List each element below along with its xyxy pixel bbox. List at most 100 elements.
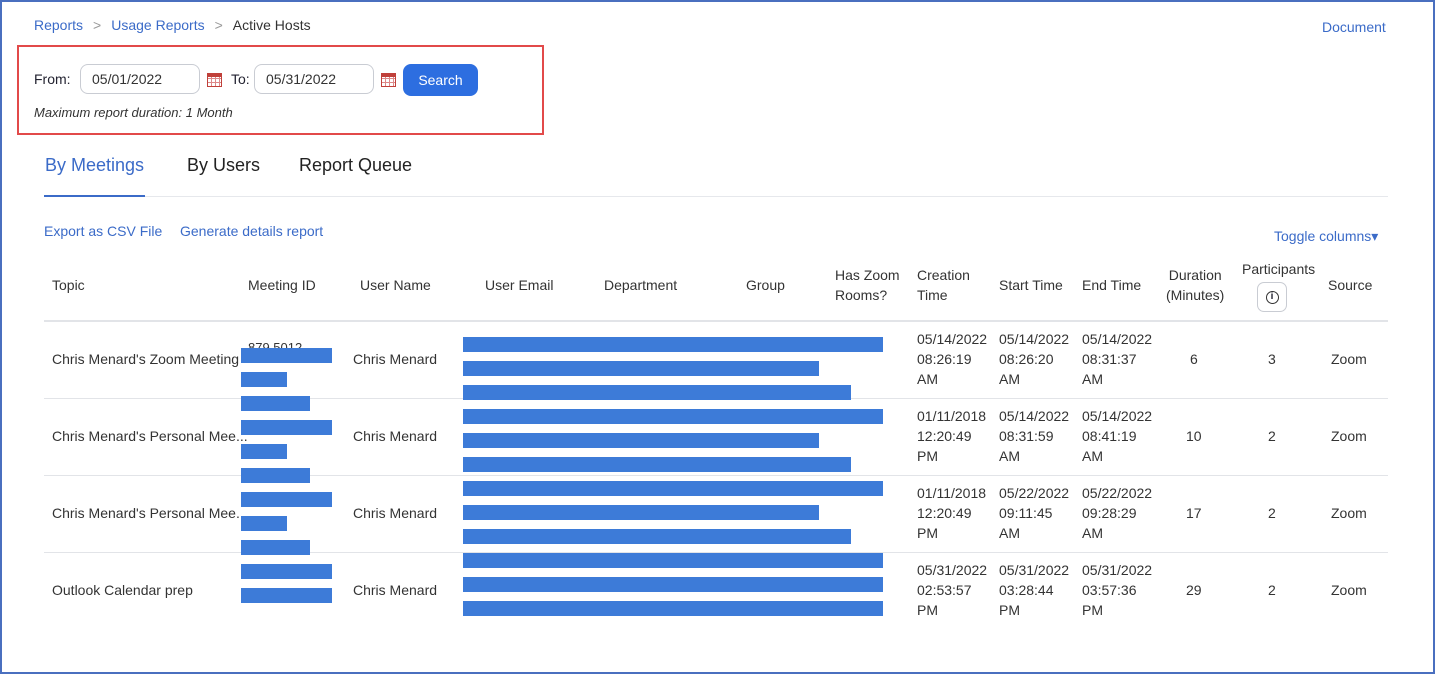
from-date-input[interactable] [80, 64, 200, 94]
calendar-icon[interactable] [207, 73, 222, 87]
cell-user-name: Chris Menard [353, 505, 438, 521]
datetime-line: 08:26:19 [917, 351, 972, 367]
datetime-line: 05/31/2022 [999, 562, 1070, 578]
datetime-line: AM [917, 371, 938, 387]
redaction-bar [463, 433, 819, 448]
cell-duration: 6 [1190, 351, 1198, 367]
col-header-text: Has Zoom [835, 267, 900, 283]
cell-participants-link[interactable]: 2 [1268, 426, 1276, 446]
cell-user-name: Chris Menard [353, 428, 438, 444]
tab-report-queue[interactable]: Report Queue [299, 155, 412, 176]
cell-duration: 29 [1186, 582, 1202, 598]
col-header-text: Creation [917, 267, 970, 283]
redaction-bar [463, 553, 883, 568]
toggle-columns-dropdown[interactable]: Toggle columns▾ [1274, 228, 1378, 245]
redaction-bar [463, 337, 883, 352]
col-header-source[interactable]: Source [1328, 275, 1372, 295]
redaction-bar [241, 540, 310, 555]
cell-source: Zoom [1331, 351, 1367, 367]
datetime-line: 09:28:29 [1082, 505, 1137, 521]
cell-creation-time: 05/14/2022 08:26:19 AM [917, 329, 987, 389]
breadcrumb-active-hosts: Active Hosts [232, 17, 311, 33]
cell-topic[interactable]: Outlook Calendar prep [52, 580, 193, 600]
col-header-duration[interactable]: Duration (Minutes) [1166, 265, 1224, 305]
cell-duration: 17 [1186, 505, 1202, 521]
col-header-group[interactable]: Group [746, 275, 785, 295]
cell-participants-link[interactable]: 2 [1268, 503, 1276, 523]
breadcrumb-usage-reports[interactable]: Usage Reports [111, 17, 204, 33]
from-label: From: [34, 71, 71, 87]
to-label: To: [231, 71, 250, 87]
search-button[interactable]: Search [403, 64, 478, 96]
datetime-line: 12:20:49 [917, 505, 972, 521]
to-date-input[interactable] [254, 64, 374, 94]
document-link[interactable]: Document [1322, 19, 1386, 35]
redaction-bar [241, 516, 287, 531]
datetime-line: AM [1082, 371, 1103, 387]
redaction-bar [463, 577, 883, 592]
cell-duration: 10 [1186, 428, 1202, 444]
datetime-line: PM [999, 602, 1020, 618]
redaction-bar [241, 420, 332, 435]
cell-topic[interactable]: Chris Menard's Personal Mee... [52, 426, 248, 446]
col-header-start-time[interactable]: Start Time [999, 275, 1063, 295]
datetime-line: 05/14/2022 [917, 331, 988, 347]
max-duration-note: Maximum report duration: 1 Month [34, 105, 233, 120]
cell-start-time: 05/14/2022 08:31:59 AM [999, 406, 1069, 466]
info-icon[interactable]: i [1257, 282, 1287, 312]
cell-end-time: 05/22/2022 09:28:29 AM [1082, 483, 1152, 543]
datetime-line: 05/22/2022 [1082, 485, 1153, 501]
generate-details-report-link[interactable]: Generate details report [180, 223, 323, 239]
redaction-bar [463, 601, 883, 616]
datetime-line: PM [917, 448, 938, 464]
datetime-line: 05/14/2022 [1082, 408, 1153, 424]
datetime-line: 05/22/2022 [999, 485, 1070, 501]
datetime-line: 08:26:20 [999, 351, 1054, 367]
col-header-meeting-id[interactable]: Meeting ID [248, 275, 316, 295]
datetime-line: AM [999, 525, 1020, 541]
col-header-department[interactable]: Department [604, 275, 677, 295]
datetime-line: 09:11:45 [999, 505, 1053, 521]
cell-source: Zoom [1331, 582, 1367, 598]
redaction-bar [463, 529, 851, 544]
cell-end-time: 05/14/2022 08:31:37 AM [1082, 329, 1152, 389]
col-header-end-time[interactable]: End Time [1082, 275, 1141, 295]
cell-participants-link[interactable]: 2 [1268, 580, 1276, 600]
col-header-user-email[interactable]: User Email [485, 275, 553, 295]
col-header-participants[interactable]: Participants [1242, 259, 1315, 279]
cell-start-time: 05/22/2022 09:11:45 AM [999, 483, 1069, 543]
col-header-text: Rooms? [835, 287, 888, 303]
redaction-bar [241, 492, 332, 507]
tab-by-meetings[interactable]: By Meetings [45, 155, 144, 176]
cell-participants-link[interactable]: 3 [1268, 349, 1276, 369]
breadcrumb: Reports > Usage Reports > Active Hosts [34, 17, 311, 33]
export-csv-link[interactable]: Export as CSV File [44, 223, 162, 239]
breadcrumb-reports[interactable]: Reports [34, 17, 83, 33]
tab-by-users[interactable]: By Users [187, 155, 260, 176]
col-header-creation-time[interactable]: Creation Time [917, 265, 970, 305]
datetime-line: 05/31/2022 [917, 562, 988, 578]
datetime-line: 05/14/2022 [999, 331, 1070, 347]
datetime-line: 12:20:49 [917, 428, 972, 444]
cell-topic[interactable]: Chris Menard's Zoom Meeting [52, 349, 239, 369]
redaction-bar [241, 564, 332, 579]
calendar-icon[interactable] [381, 73, 396, 87]
col-header-user-name[interactable]: User Name [360, 275, 431, 295]
cell-topic[interactable]: Chris Menard's Personal Mee... [52, 503, 248, 523]
cell-start-time: 05/31/2022 03:28:44 PM [999, 560, 1069, 620]
cell-end-time: 05/31/2022 03:57:36 PM [1082, 560, 1152, 620]
breadcrumb-separator: > [214, 17, 223, 33]
col-header-topic[interactable]: Topic [52, 275, 85, 295]
col-header-text: Duration [1168, 267, 1222, 283]
redaction-bar [241, 444, 287, 459]
cell-end-time: 05/14/2022 08:41:19 AM [1082, 406, 1152, 466]
datetime-line: 02:53:57 [917, 582, 972, 598]
cell-creation-time: 01/11/2018 12:20:49 PM [917, 483, 986, 543]
redaction-bar [463, 361, 819, 376]
datetime-line: AM [999, 448, 1020, 464]
datetime-line: AM [999, 371, 1020, 387]
datetime-line: PM [1082, 602, 1103, 618]
col-header-has-zoom-rooms[interactable]: Has Zoom Rooms? [835, 265, 900, 305]
datetime-line: 03:57:36 [1082, 582, 1137, 598]
datetime-line: 03:28:44 [999, 582, 1054, 598]
